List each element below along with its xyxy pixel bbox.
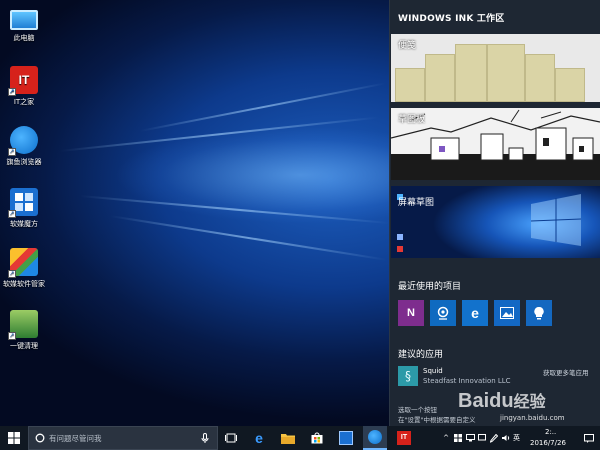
sticky-notes-tile[interactable] [391, 34, 600, 102]
edge-icon: e [255, 430, 263, 446]
desktop-icon-label: 软媒软件管家 [3, 280, 45, 288]
tray-windows-icon[interactable] [452, 426, 464, 450]
screen-sketch-label: 屏幕草图 [398, 198, 435, 208]
tray-notification[interactable] [476, 426, 488, 450]
desktop-icon-label: 此电脑 [13, 34, 35, 42]
action-center-button[interactable] [580, 426, 598, 450]
ithome-icon: IT ↗ [8, 66, 38, 96]
ink-workspace-panel: WINDOWS INK 工作区 便笺 草图板 屏幕草图 最近使用的项目 N e … [389, 0, 600, 426]
sticky-notes-label: 便笺 [398, 41, 417, 51]
tray-volume[interactable] [500, 426, 512, 450]
sticky-note [487, 44, 525, 102]
pen-icon [490, 433, 498, 443]
desktop-icon-label: 一键清理 [10, 342, 38, 350]
search-placeholder: 有问题尽管问我 [49, 434, 102, 443]
taskbar-ruanmei-cube[interactable] [334, 426, 358, 450]
squid-icon[interactable]: § [398, 366, 418, 386]
sketchpad-label: 草图板 [398, 115, 426, 125]
taskbar-edge[interactable]: e [247, 426, 271, 450]
store-icon [311, 432, 323, 444]
sticky-note [455, 44, 487, 102]
suggested-app-name[interactable]: Squid [423, 367, 443, 375]
desktop-icon-label: IT之家 [13, 98, 35, 106]
message-icon [478, 434, 486, 441]
pen-settings-hint[interactable]: 在"设置"中根据需要自定义 [398, 414, 475, 424]
wallpaper-ray [139, 82, 386, 132]
desktop-icon-ruanmei-cube[interactable]: ↗ 软媒魔方 [0, 188, 48, 229]
folder-icon [281, 433, 295, 444]
tray-overflow-button[interactable]: ^ [440, 426, 452, 450]
ruanmei-cube-icon: ↗ [8, 188, 38, 218]
photos-icon[interactable] [494, 300, 520, 326]
ruanmei-software-manager-icon: ↗ [8, 248, 38, 278]
desktop-icon-label: 旗鱼浏览器 [6, 158, 42, 166]
task-view-icon [225, 433, 237, 443]
tray-clock-date[interactable]: 2016/7/26 [530, 439, 566, 447]
desktop-icon-ruanmei-software-manager[interactable]: ↗ 软媒软件管家 [0, 248, 48, 289]
taskbar-sailfish-browser[interactable] [363, 426, 387, 450]
task-view-button[interactable] [220, 426, 242, 450]
tray-pen[interactable] [488, 426, 500, 450]
action-center-icon [584, 433, 594, 443]
taskbar-ithome[interactable]: IT [392, 426, 416, 450]
cortana-search-box[interactable]: 有问题尽管问我 [28, 426, 218, 450]
tray-clock-time[interactable]: 2:.. [545, 428, 556, 436]
maps-icon[interactable] [430, 300, 456, 326]
ithome-icon: IT [397, 431, 411, 445]
desktop-icon-sailfish-browser[interactable]: ↗ 旗鱼浏览器 [0, 126, 48, 167]
one-click-clean-icon: ↗ [8, 310, 38, 340]
taskbar: 有问题尽管问我 e IT ^ 英 2:.. 2016/7/26 [0, 426, 600, 450]
tray-network[interactable] [464, 426, 476, 450]
sailfish-browser-icon: ↗ [8, 126, 38, 156]
this-pc-icon [10, 10, 38, 30]
sticky-note [555, 68, 585, 102]
desktop-icon-this-pc[interactable]: 此电脑 [0, 4, 48, 43]
onenote-icon[interactable]: N [398, 300, 424, 326]
input-method-indicator[interactable]: 英 [513, 433, 520, 443]
windows-logo-icon [454, 434, 462, 442]
cortana-icon [35, 433, 45, 443]
microphone-icon[interactable] [201, 433, 209, 444]
sailfish-browser-icon [368, 430, 382, 444]
suggested-apps-label: 建议的应用 [398, 350, 444, 360]
desktop-icon-ithome[interactable]: IT ↗ IT之家 [0, 66, 48, 107]
sticky-note [525, 54, 555, 102]
sticky-note [425, 54, 455, 102]
get-more-pen-apps-link[interactable]: 获取更多笔应用 [543, 367, 589, 377]
wallpaper-ray [109, 215, 387, 261]
recent-items-label: 最近使用的项目 [398, 282, 462, 292]
windows-logo-icon [8, 432, 20, 444]
tips-icon[interactable] [526, 300, 552, 326]
ruanmei-cube-icon [339, 431, 353, 445]
network-icon [465, 434, 475, 442]
suggested-app-publisher: Steadfast Innovation LLC [423, 377, 511, 385]
start-button[interactable] [0, 426, 28, 450]
chevron-up-icon: ^ [443, 434, 449, 442]
desktop-icon-label: 软媒魔方 [10, 220, 38, 228]
desktop-icon-one-click-clean[interactable]: ↗ 一键清理 [0, 310, 48, 351]
ink-workspace-title: WINDOWS INK 工作区 [398, 14, 505, 24]
baidu-jingyan-watermark: Baidu经验 [458, 390, 546, 412]
wallpaper-ray [59, 116, 379, 152]
volume-icon [501, 435, 509, 441]
watermark-url: jingyan.baidu.com [500, 414, 565, 422]
sticky-note [395, 68, 425, 102]
taskbar-file-explorer[interactable] [276, 426, 300, 450]
pen-button-hint[interactable]: 选取一个按钮 [398, 404, 437, 414]
edge-icon[interactable]: e [462, 300, 488, 326]
taskbar-store[interactable] [305, 426, 329, 450]
